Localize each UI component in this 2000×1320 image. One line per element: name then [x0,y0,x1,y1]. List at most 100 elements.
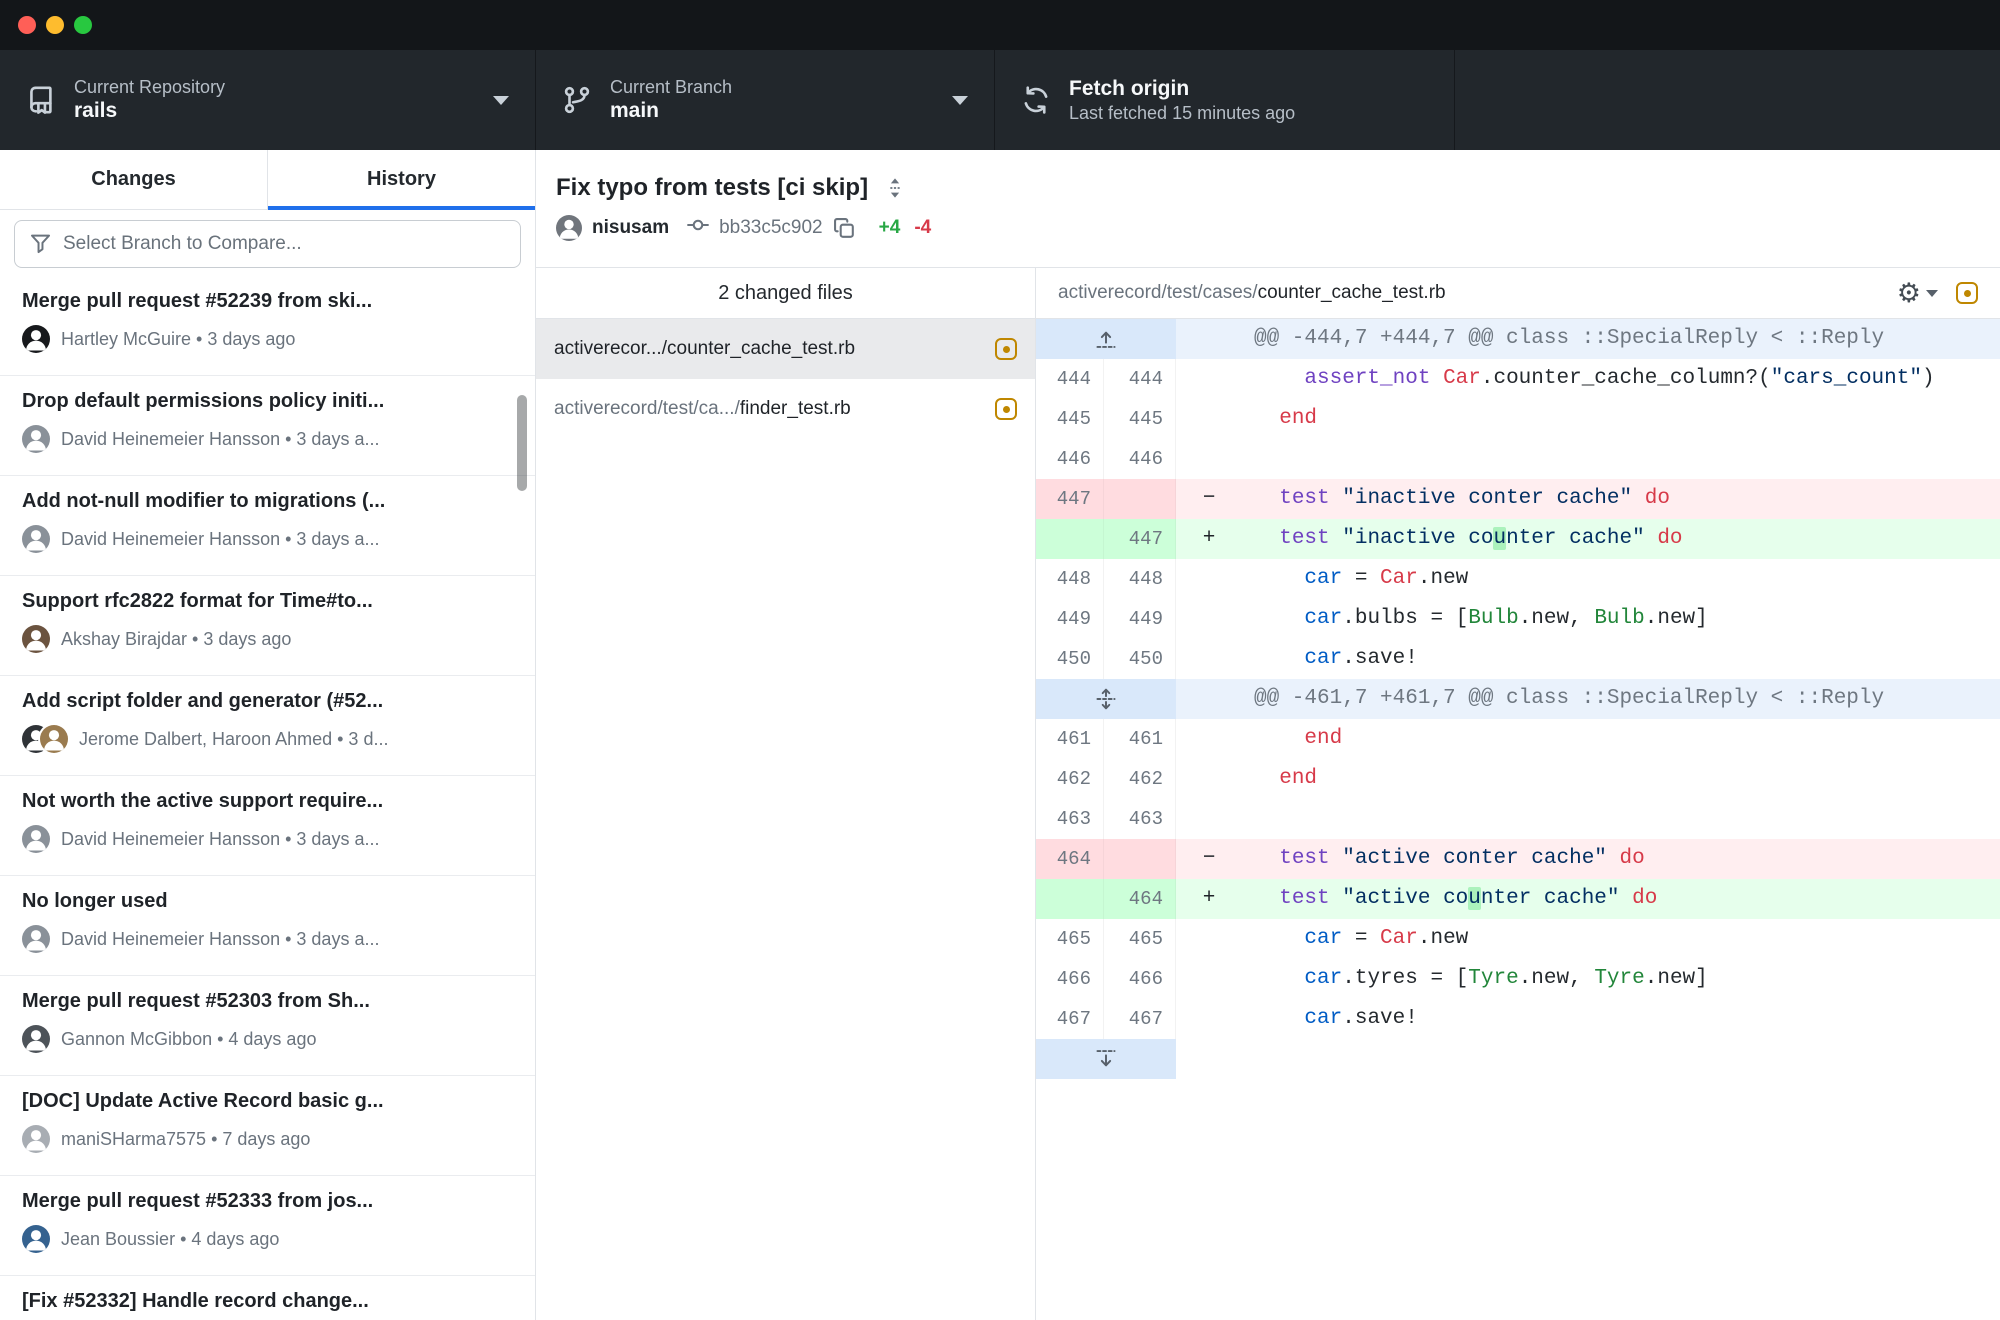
commit-list-item[interactable]: [DOC] Update Active Record basic g...man… [0,1076,535,1176]
scrollbar-thumb[interactable] [517,395,527,491]
commit-list: Merge pull request #52239 from ski...Har… [0,276,535,1320]
avatar [22,925,50,953]
avatar-stack [22,325,50,353]
expand-row-spacer [1176,1039,2000,1079]
current-repository-dropdown[interactable]: Current Repository rails [0,50,536,150]
commit-item-meta: David Heinemeier Hansson • 3 days a... [22,525,513,553]
code-line: end [1242,719,2000,759]
expand-hunk-button[interactable] [1036,679,1176,719]
tab-changes[interactable]: Changes [0,150,268,209]
code-line: assert_not Car.counter_cache_column?("ca… [1242,359,2000,399]
new-line-number: 444 [1104,359,1176,399]
branch-label: Current Branch [610,76,732,99]
commit-list-item[interactable]: Merge pull request #52333 from jos...Jea… [0,1176,535,1276]
compare-branch-icon [30,233,51,254]
chevron-down-icon [1926,290,1938,297]
code-line: test "active counter cache" do [1242,879,2000,919]
code-line: test "inactive counter cache" do [1242,519,2000,559]
commit-title: Fix typo from tests [ci skip] [556,174,868,202]
new-line-number: 450 [1104,639,1176,679]
code-line [1242,799,2000,839]
fold-up-icon [1095,328,1117,350]
changed-files-header: 2 changed files [536,268,1035,319]
diff-line: 464− test "active conter cache" do [1036,839,2000,879]
commit-item-meta: maniSHarma7575 • 7 days ago [22,1125,513,1153]
commit-item-title: Support rfc2822 format for Time#to... [22,590,513,613]
window-controls [18,16,92,34]
commit-list-item[interactable]: [Fix #52332] Handle record change... [0,1276,535,1320]
repository-labels: Current Repository rails [74,76,225,125]
minimize-button[interactable] [46,16,64,34]
fetch-subtitle: Last fetched 15 minutes ago [1069,102,1295,125]
old-line-number: 462 [1036,759,1104,799]
diff-line: 446446 [1036,439,2000,479]
commit-list-item[interactable]: Add not-null modifier to migrations (...… [0,476,535,576]
commit-list-item[interactable]: Not worth the active support require...D… [0,776,535,876]
code-line: end [1242,759,2000,799]
diff-file-header: activerecord/test/cases/counter_cache_te… [1036,268,2000,319]
commit-list-item[interactable]: Merge pull request #52303 from Sh...Gann… [0,976,535,1076]
commit-item-title: Drop default permissions policy initi... [22,390,513,413]
new-line-number [1104,479,1176,519]
file-path-prefix: activerecord/test/ca.../ [554,398,740,419]
commit-detail-panel: Fix typo from tests [ci skip] nisusam [536,150,2000,1320]
commit-meta-text: Jerome Dalbert, Haroon Ahmed • 3 d... [79,729,388,750]
chevron-down-icon [952,96,968,105]
git-branch-icon [562,85,592,115]
old-line-number: 447 [1036,479,1104,519]
commit-list-item[interactable]: No longer usedDavid Heinemeier Hansson •… [0,876,535,976]
new-line-number: 462 [1104,759,1176,799]
diff-line: 447+ test "inactive counter cache" do [1036,519,2000,559]
branch-name: main [610,98,732,124]
commit-meta-text: Jean Boussier • 4 days ago [61,1229,279,1250]
new-line-number: 463 [1104,799,1176,839]
file-list-item[interactable]: activerecor.../counter_cache_test.rb [536,319,1035,379]
commit-list-item[interactable]: Add script folder and generator (#52...J… [0,676,535,776]
commit-item-meta: David Heinemeier Hansson • 3 days a... [22,925,513,953]
commit-item-title: Merge pull request #52303 from Sh... [22,990,513,1013]
zoom-button[interactable] [74,16,92,34]
new-line-number: 467 [1104,999,1176,1039]
diff-line: 467467 car.save! [1036,999,2000,1039]
diff-sign [1176,399,1242,439]
diff-sign: − [1176,479,1242,519]
close-button[interactable] [18,16,36,34]
current-branch-dropdown[interactable]: Current Branch main [536,50,995,150]
old-line-number: 465 [1036,919,1104,959]
select-branch-to-compare-input[interactable] [14,220,521,268]
new-line-number: 464 [1104,879,1176,919]
old-line-number [1036,519,1104,559]
expand-hunk-button[interactable] [1036,319,1176,359]
copy-sha-button[interactable] [833,217,855,239]
new-line-number: 446 [1104,439,1176,479]
code-line: test "inactive conter cache" do [1242,479,2000,519]
commit-item-meta: David Heinemeier Hansson • 3 days a... [22,425,513,453]
commit-list-item[interactable]: Merge pull request #52239 from ski...Har… [0,276,535,376]
commit-list-item[interactable]: Drop default permissions policy initi...… [0,376,535,476]
avatar-stack [22,825,50,853]
expand-hunk-button[interactable] [1036,1039,1176,1079]
avatar-stack [22,925,50,953]
diff-options-button[interactable]: ⚙ [1897,280,1938,307]
diff-line: 466466 car.tyres = [Tyre.new, Tyre.new] [1036,959,2000,999]
old-line-number: 446 [1036,439,1104,479]
chevron-down-icon [493,96,509,105]
gear-icon: ⚙ [1897,280,1921,307]
old-line-number: 444 [1036,359,1104,399]
avatar [22,425,50,453]
commit-item-meta: David Heinemeier Hansson • 3 days a... [22,825,513,853]
file-path-prefix: activerecor.../ [554,338,667,359]
commit-list-item[interactable]: Support rfc2822 format for Time#to...Aks… [0,576,535,676]
fetch-origin-button[interactable]: Fetch origin Last fetched 15 minutes ago [995,50,1455,150]
file-list-item[interactable]: activerecord/test/ca.../finder_test.rb [536,379,1035,439]
tab-history[interactable]: History [268,150,535,209]
app-window: Current Repository rails Current Branch … [0,0,2000,1320]
toolbar-spacer [1455,50,2000,150]
avatar [22,825,50,853]
expand-commit-details-icon[interactable] [884,177,906,199]
avatar [22,625,50,653]
code-line: car.bulbs = [Bulb.new, Bulb.new] [1242,599,2000,639]
code-line: car.tyres = [Tyre.new, Tyre.new] [1242,959,2000,999]
commit-meta-text: David Heinemeier Hansson • 3 days a... [61,529,379,550]
hunk-header-row: @@ -461,7 +461,7 @@ class ::SpecialReply… [1036,679,2000,719]
